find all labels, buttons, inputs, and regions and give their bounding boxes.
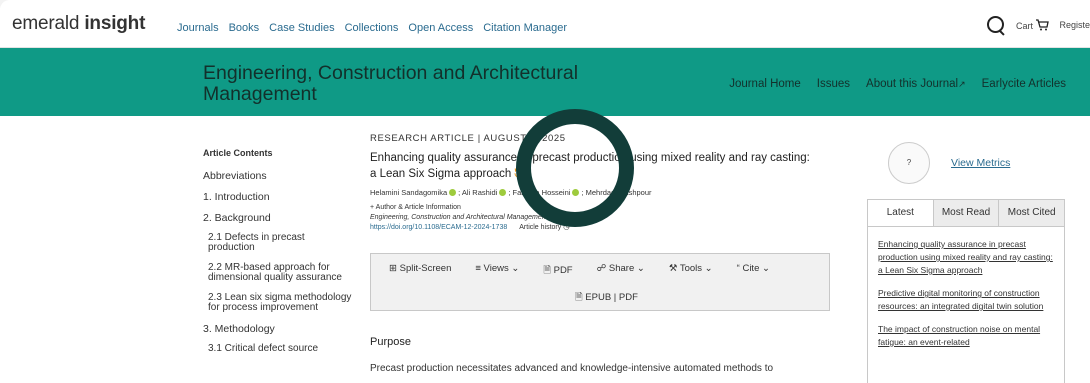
register-link[interactable]: Registe (1059, 20, 1090, 30)
about-journal-link[interactable]: About this Journal↗ (866, 78, 966, 90)
journal-nav: Journal Home Issues About this Journal↗ … (729, 78, 1066, 90)
search-icon[interactable] (986, 15, 1006, 35)
latest-articles-list: Enhancing quality assurance in precast p… (867, 227, 1065, 383)
document-icon: 🗎 (575, 292, 583, 303)
highlight-ring (516, 109, 634, 227)
nav-citation-manager[interactable]: Citation Manager (483, 22, 567, 34)
nav-case-studies[interactable]: Case Studies (269, 22, 334, 34)
chevron-down-icon: ⌄ (704, 263, 713, 274)
pdf-icon: 🗎 (543, 265, 551, 276)
top-nav: emerald insight Journals Books Case Stud… (0, 0, 1090, 48)
share-icon: ☍ (596, 263, 607, 274)
author-link[interactable]: Ali Rashidi (462, 188, 497, 197)
article-list-tabs: Latest Most Read Most Cited (867, 199, 1065, 227)
nav-journals[interactable]: Journals (177, 22, 219, 34)
menu-icon: ≡ (475, 263, 481, 274)
chevron-down-icon: ⌄ (636, 263, 645, 274)
issues-link[interactable]: Issues (817, 78, 850, 90)
browser-frame: emerald insight Journals Books Case Stud… (0, 0, 1090, 383)
orcid-icon[interactable] (499, 189, 507, 196)
orcid-icon[interactable] (449, 189, 457, 196)
wrench-icon: ⚒ (668, 263, 678, 274)
toc-item[interactable]: Abbreviations (203, 170, 353, 182)
nav-books[interactable]: Books (229, 22, 260, 34)
list-item[interactable]: Predictive digital monitoring of constru… (878, 287, 1054, 313)
toc-item[interactable]: 2.1 Defects in precast production (203, 233, 353, 253)
emerald-insight-logo[interactable]: emerald insight (12, 13, 145, 35)
toc-item[interactable]: 1. Introduction (203, 191, 353, 203)
altmetric-badge[interactable]: ? (888, 142, 930, 184)
main-nav: Journals Books Case Studies Collections … (177, 22, 567, 34)
earlycite-link[interactable]: Earlycite Articles (982, 78, 1066, 90)
list-item[interactable]: The impact of construction noise on ment… (878, 323, 1054, 349)
external-link-icon: ↗ (958, 79, 966, 89)
toc-item[interactable]: 2.3 Lean six sigma methodology for proce… (203, 293, 353, 313)
pdf-button[interactable]: 🗎 PDF (543, 263, 572, 279)
views-button[interactable]: ≡ Views ⌄ (475, 263, 519, 279)
toc-heading: Article Contents (203, 148, 273, 158)
list-item[interactable]: Enhancing quality assurance in precast p… (878, 238, 1054, 277)
journal-band: Engineering, Construction and Architectu… (0, 48, 1090, 116)
nav-collections[interactable]: Collections (345, 22, 399, 34)
tab-most-read[interactable]: Most Read (932, 200, 999, 226)
article-toolbar: ⊞ Split-Screen ≡ Views ⌄ 🗎 PDF ☍ Share ⌄… (370, 253, 830, 311)
toc-item[interactable]: 2.2 MR-based approach for dimensional qu… (203, 263, 353, 283)
tab-most-cited[interactable]: Most Cited (998, 200, 1065, 226)
journal-home-link[interactable]: Journal Home (729, 78, 801, 90)
chevron-down-icon: ⌄ (511, 263, 520, 274)
doi-link[interactable]: https://doi.org/10.1108/ECAM-12-2024-173… (370, 223, 507, 233)
user-nav: Cart Registe (986, 15, 1090, 35)
cart-link[interactable]: Cart (1016, 19, 1050, 31)
chevron-down-icon: ⌄ (762, 263, 770, 274)
split-screen-icon: ⊞ (389, 263, 397, 274)
abstract-text: Precast production necessitates advanced… (370, 363, 774, 374)
share-button[interactable]: ☍ Share ⌄ (597, 263, 645, 279)
author-link[interactable]: Helamini Sandagomika (370, 188, 447, 197)
quote-icon: “ (736, 263, 740, 274)
split-screen-button[interactable]: ⊞ Split-Screen (389, 263, 451, 279)
article-contents: Article Contents Abbreviations 1. Introd… (203, 148, 353, 364)
tab-latest[interactable]: Latest (868, 200, 933, 226)
section-heading-purpose: Purpose (370, 336, 411, 348)
nav-open-access[interactable]: Open Access (408, 22, 473, 34)
toc-item[interactable]: 3.1 Critical defect source (203, 344, 353, 354)
epub-pdf-button[interactable]: 🗎 EPUB | PDF (575, 290, 638, 306)
journal-title[interactable]: Engineering, Construction and Architectu… (203, 63, 663, 105)
toc-item[interactable]: 3. Methodology (203, 323, 353, 335)
tools-button[interactable]: ⚒ Tools ⌄ (669, 263, 713, 279)
view-metrics-link[interactable]: View Metrics (951, 157, 1010, 169)
cart-icon (1036, 19, 1050, 31)
cite-button[interactable]: “ Cite ⌄ (737, 263, 770, 279)
toc-item[interactable]: 2. Background (203, 212, 353, 224)
